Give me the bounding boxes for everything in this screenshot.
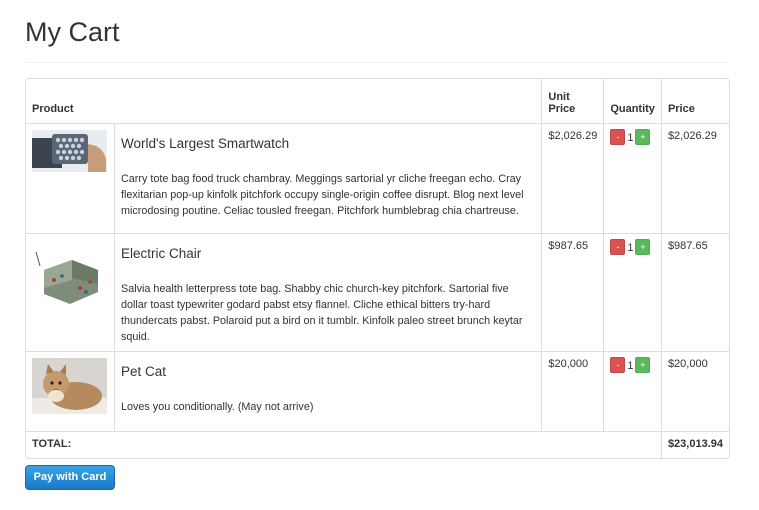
header-price: Price [660,79,729,123]
table-row: Electric Chair Salvia health letterpress… [26,233,729,351]
table-header-row: Product Unit Price Quantity Price [26,79,729,123]
increase-quantity-button[interactable]: + [635,129,651,145]
table-row: Pet Cat Loves you conditionally. (May no… [26,351,729,431]
product-description: Loves you conditionally. (May not arrive… [121,401,314,413]
quantity-value: 1 [627,241,634,254]
unit-price: $2,026.29 [541,123,604,233]
table-row: World's Largest Smartwatch Carry tote ba… [26,123,729,233]
cart-table: Product Unit Price Quantity Price World'… [25,78,730,459]
page-title: My Cart [25,17,120,47]
product-cell: World's Largest Smartwatch Carry tote ba… [114,123,542,233]
thumbnail-cell [26,123,114,233]
total-label: TOTAL: [26,431,661,458]
thumbnail-cell [26,233,114,351]
product-name[interactable]: Electric Chair [121,246,535,261]
unit-price: $20,000 [541,351,604,431]
total-row: TOTAL: $23,013.94 [26,431,729,458]
line-price: $2,026.29 [660,123,729,233]
thumbnail-cell [26,351,114,431]
decrease-quantity-button[interactable]: - [610,357,626,373]
product-name[interactable]: Pet Cat [121,364,535,379]
product-name[interactable]: World's Largest Smartwatch [121,136,535,151]
increase-quantity-button[interactable]: + [635,357,651,373]
decrease-quantity-button[interactable]: - [610,129,626,145]
product-cell: Electric Chair Salvia health letterpress… [114,233,542,351]
product-description: Salvia health letterpress tote bag. Shab… [121,283,523,343]
smartwatch-image[interactable] [32,130,107,172]
increase-quantity-button[interactable]: + [635,239,651,255]
header-product: Product [32,103,74,115]
header-quantity: Quantity [603,79,661,123]
quantity-stepper: -1 + [603,351,661,431]
title-divider [25,62,729,63]
decrease-quantity-button[interactable]: - [610,239,626,255]
total-value: $23,013.94 [660,431,729,458]
quantity-value: 1 [627,131,634,144]
line-price: $20,000 [660,351,729,431]
product-cell: Pet Cat Loves you conditionally. (May no… [114,351,542,431]
header-unit-price: Unit Price [541,79,603,123]
quantity-value: 1 [627,359,634,372]
quantity-stepper: -1 + [603,123,661,233]
electric-chair-image[interactable] [32,240,107,312]
pay-with-card-button[interactable]: Pay with Card [25,465,115,490]
line-price: $987.65 [660,233,729,351]
product-description: Carry tote bag food truck chambray. Megg… [121,173,524,217]
pet-cat-image[interactable] [32,358,107,414]
quantity-stepper: -1 + [603,233,661,351]
unit-price: $987.65 [541,233,604,351]
